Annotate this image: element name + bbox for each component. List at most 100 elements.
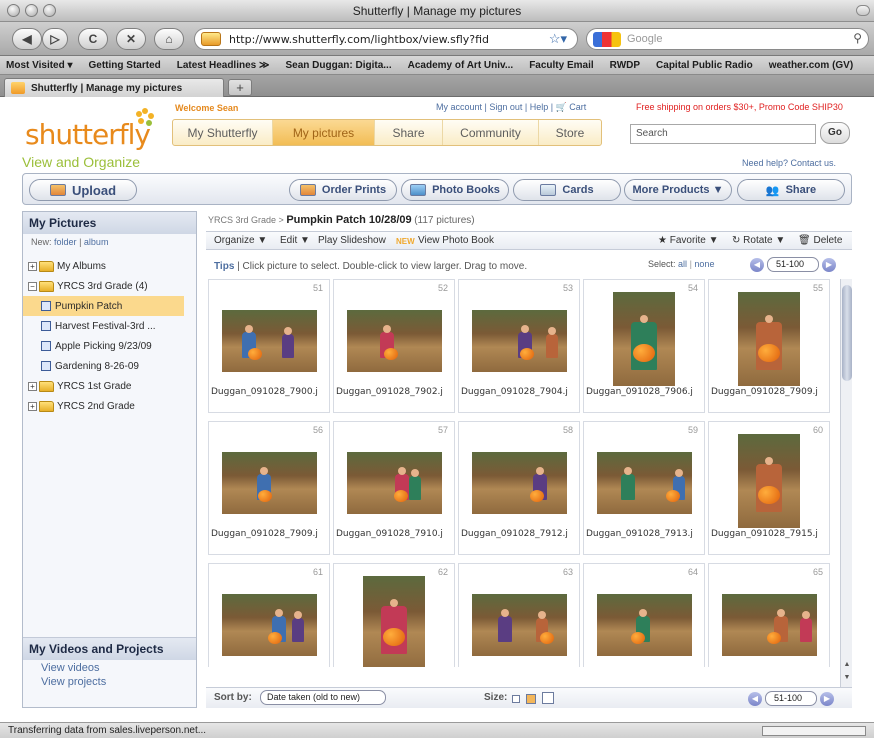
site-search-input[interactable]: Search xyxy=(630,124,816,144)
photo-card[interactable]: 59 Duggan_091028_7913.j xyxy=(583,421,705,555)
select-all-link[interactable]: all xyxy=(678,259,687,269)
stop-button[interactable]: ✕ xyxy=(116,28,146,50)
photo-books-button[interactable]: Photo Books xyxy=(401,179,509,201)
photo-thumbnail[interactable] xyxy=(738,292,800,386)
delete-button[interactable]: 🗑 Delete xyxy=(798,235,842,246)
collapse-toggle-icon[interactable]: − xyxy=(28,281,37,291)
bookmark-capital-public-radio[interactable]: Capital Public Radio xyxy=(656,60,753,71)
photo-thumbnail[interactable] xyxy=(363,576,425,667)
view-videos-link[interactable]: View videos xyxy=(23,660,196,674)
tree-item-my-albums[interactable]: + My Albums xyxy=(23,256,196,276)
bookmark-sean-duggan[interactable]: Sean Duggan: Digita... xyxy=(285,60,391,71)
photo-thumbnail[interactable] xyxy=(347,310,442,372)
bookmark-getting-started[interactable]: Getting Started xyxy=(89,60,161,71)
photo-thumbnail[interactable] xyxy=(472,594,567,656)
photo-card[interactable]: 58 Duggan_091028_7912.j xyxy=(458,421,580,555)
back-button[interactable]: ◀ xyxy=(12,28,42,50)
view-photo-book-button[interactable]: View Photo Book xyxy=(418,235,494,246)
bookmark-rwdp[interactable]: RWDP xyxy=(610,60,640,71)
search-go-button[interactable]: Go xyxy=(820,122,850,144)
bookmark-star-icon[interactable]: ☆▾ xyxy=(549,31,567,47)
edit-menu[interactable]: Edit ▼ xyxy=(280,235,310,246)
photo-thumbnail[interactable] xyxy=(222,310,317,372)
bookmark-academy-of-art[interactable]: Academy of Art Univ... xyxy=(408,60,514,71)
page-range-select[interactable]: 51-100 xyxy=(767,257,819,272)
view-projects-link[interactable]: View projects xyxy=(23,674,196,688)
tree-item-yrcs-3rd-grade[interactable]: − YRCS 3rd Grade (4) xyxy=(23,276,196,296)
tree-item-harvest-festival[interactable]: Harvest Festival-3rd ... xyxy=(23,316,196,336)
reload-button[interactable]: C xyxy=(78,28,108,50)
photo-thumbnail[interactable] xyxy=(597,594,692,656)
promo-banner[interactable]: Free shipping on orders $30+, Promo Code… xyxy=(636,102,843,112)
photo-thumbnail[interactable] xyxy=(222,594,317,656)
expand-toggle-icon[interactable]: + xyxy=(28,401,37,411)
next-page-arrow-icon[interactable]: ▶ xyxy=(822,257,836,272)
photo-thumbnail[interactable] xyxy=(722,594,817,656)
nav-store[interactable]: Store xyxy=(539,120,601,145)
new-album-link[interactable]: album xyxy=(84,237,109,247)
photo-thumbnail[interactable] xyxy=(222,452,317,514)
photo-thumbnail[interactable] xyxy=(597,452,692,514)
nav-my-shutterfly[interactable]: My Shutterfly xyxy=(173,120,273,145)
shutterfly-logo[interactable]: shutterfly xyxy=(25,118,151,151)
photo-card[interactable]: 61Duggan_091028_7920.j xyxy=(208,563,330,667)
tree-item-yrcs-1st-grade[interactable]: + YRCS 1st Grade xyxy=(23,376,196,396)
photo-card[interactable]: 57 Duggan_091028_7910.j xyxy=(333,421,455,555)
bookmark-faculty-email[interactable]: Faculty Email xyxy=(529,60,593,71)
favorite-menu[interactable]: ★ Favorite ▼ xyxy=(658,235,719,246)
photo-card[interactable]: 53 Duggan_091028_7904.j xyxy=(458,279,580,413)
upload-button[interactable]: Upload xyxy=(29,179,137,201)
photo-card[interactable]: 63Duggan_091028_7925.j xyxy=(458,563,580,667)
forward-button[interactable]: ▷ xyxy=(42,28,68,50)
select-none-link[interactable]: none xyxy=(694,259,714,269)
order-prints-button[interactable]: Order Prints xyxy=(289,179,397,201)
new-tab-button[interactable]: + xyxy=(228,79,252,96)
photo-thumbnail[interactable] xyxy=(738,434,800,528)
photo-thumbnail[interactable] xyxy=(613,292,675,386)
more-products-button[interactable]: More Products ▼ xyxy=(624,179,732,201)
play-slideshow-button[interactable]: Play Slideshow xyxy=(318,235,386,246)
address-bar[interactable]: http://www.shutterfly.com/lightbox/view.… xyxy=(194,28,578,50)
share-button[interactable]: 👥 Share xyxy=(737,179,845,201)
bookmark-latest-headlines[interactable]: Latest Headlines ≫ xyxy=(177,60,270,71)
google-engine-icon[interactable] xyxy=(593,32,621,47)
home-button[interactable]: ⌂ xyxy=(154,28,184,50)
photo-grid-scrollbar[interactable]: ▲ ▼ xyxy=(840,279,852,687)
new-folder-link[interactable]: folder xyxy=(54,237,77,247)
photo-card[interactable]: 65Duggan_091028_7932.j xyxy=(708,563,830,667)
expand-toggle-icon[interactable]: + xyxy=(28,381,37,391)
scroll-up-arrow-icon[interactable]: ▲ xyxy=(842,661,852,668)
nav-my-pictures[interactable]: My pictures xyxy=(273,120,375,145)
account-links[interactable]: My account | Sign out | Help | 🛒 Cart xyxy=(436,102,586,113)
browser-search-box[interactable]: Google ⚲ xyxy=(586,28,869,50)
tips-link[interactable]: Tips xyxy=(214,261,234,272)
prev-page-arrow-icon[interactable]: ◀ xyxy=(750,257,764,272)
magnifier-icon[interactable]: ⚲ xyxy=(853,31,862,45)
photo-card[interactable]: 55 Duggan_091028_7909.j xyxy=(708,279,830,413)
expand-toggle-icon[interactable]: + xyxy=(28,261,37,271)
page-range-select-bottom[interactable]: 51-100 xyxy=(765,691,817,706)
nav-share[interactable]: Share xyxy=(375,120,443,145)
photo-card[interactable]: 51 Duggan_091028_7900.j xyxy=(208,279,330,413)
photo-thumbnail[interactable] xyxy=(347,452,442,514)
nav-community[interactable]: Community xyxy=(443,120,539,145)
breadcrumb-parent-link[interactable]: YRCS 3rd Grade xyxy=(208,215,276,225)
scroll-down-arrow-icon[interactable]: ▼ xyxy=(842,674,852,681)
next-page-arrow-icon[interactable]: ▶ xyxy=(820,691,834,706)
photo-card[interactable]: 52 Duggan_091028_7902.j xyxy=(333,279,455,413)
photo-card[interactable]: 56 Duggan_091028_7909.j xyxy=(208,421,330,555)
prev-page-arrow-icon[interactable]: ◀ xyxy=(748,691,762,706)
toolbar-toggle-button[interactable] xyxy=(856,5,870,16)
photo-card[interactable]: 64Duggan_091028_7927.j xyxy=(583,563,705,667)
tree-item-apple-picking[interactable]: Apple Picking 9/23/09 xyxy=(23,336,196,356)
tree-item-gardening[interactable]: Gardening 8-26-09 xyxy=(23,356,196,376)
tree-item-pumpkin-patch[interactable]: Pumpkin Patch xyxy=(23,296,184,316)
cards-button[interactable]: Cards xyxy=(513,179,621,201)
scrollbar-thumb[interactable] xyxy=(842,285,852,381)
size-medium-icon[interactable] xyxy=(526,694,536,704)
photo-card[interactable]: 60 Duggan_091028_7915.j xyxy=(708,421,830,555)
browser-tab-active[interactable]: Shutterfly | Manage my pictures xyxy=(4,78,224,97)
help-contact-link[interactable]: Need help? Contact us. xyxy=(742,158,836,168)
photo-thumbnail[interactable] xyxy=(472,310,567,372)
rotate-menu[interactable]: ↻ Rotate ▼ xyxy=(732,235,785,246)
